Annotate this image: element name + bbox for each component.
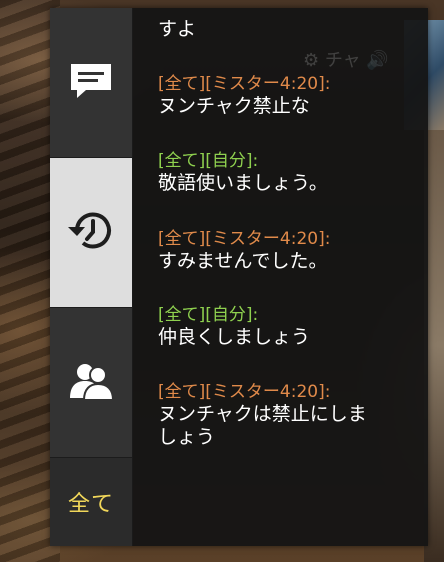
chat-message-list[interactable]: ⚙ チャ 🔊 すよ [全て][ミスター4:20]: ヌンチャク禁止な [全て][… — [133, 8, 428, 546]
message-header: [全て][ミスター4:20]: — [158, 229, 331, 249]
chat-message: [全て][ミスター4:20]: すみませんでした。 — [158, 229, 422, 273]
message-header: [全て][自分]: — [158, 305, 259, 325]
chat-panel: 全て ⚙ チャ 🔊 すよ [全て][ミスター4:20]: ヌンチャク禁止な [全… — [50, 8, 428, 546]
message-text: すみませんでした。 — [158, 250, 328, 272]
message-text: ヌンチャク禁止な — [158, 95, 310, 117]
message-header: [全て][自分]: — [158, 151, 259, 171]
filter-label: 全て — [67, 492, 114, 518]
chat-tab-bar: 全て — [50, 8, 133, 546]
message-text: すよ — [158, 18, 197, 40]
chat-message: すよ — [158, 18, 422, 41]
history-tab[interactable] — [50, 158, 132, 309]
message-text: 敬語使いましょう。 — [158, 172, 328, 194]
chat-message: [全て][自分]: 仲良くしましょう — [158, 305, 422, 349]
chat-filter-button[interactable]: 全て — [50, 458, 132, 546]
chat-message: [全て][自分]: 敬語使いましょう。 — [158, 151, 422, 195]
background-ui-ghost: ⚙ チャ 🔊 — [303, 50, 389, 71]
message-text: 仲良くしましょう — [158, 326, 311, 348]
chat-message: [全て][ミスター4:20]: ヌンチャク禁止な — [158, 74, 422, 118]
chat-message: [全て][ミスター4:20]: ヌンチャクは禁止にしま しょう — [158, 382, 422, 449]
friends-icon — [67, 360, 115, 406]
history-clock-icon — [65, 208, 117, 258]
chat-bubble-icon — [68, 61, 114, 105]
message-header: [全て][ミスター4:20]: — [158, 382, 331, 402]
message-header: [全て][ミスター4:20]: — [158, 74, 331, 94]
friends-tab[interactable] — [50, 308, 132, 459]
chat-tab[interactable] — [50, 8, 132, 159]
message-text: ヌンチャクは禁止にしま しょう — [158, 403, 367, 448]
